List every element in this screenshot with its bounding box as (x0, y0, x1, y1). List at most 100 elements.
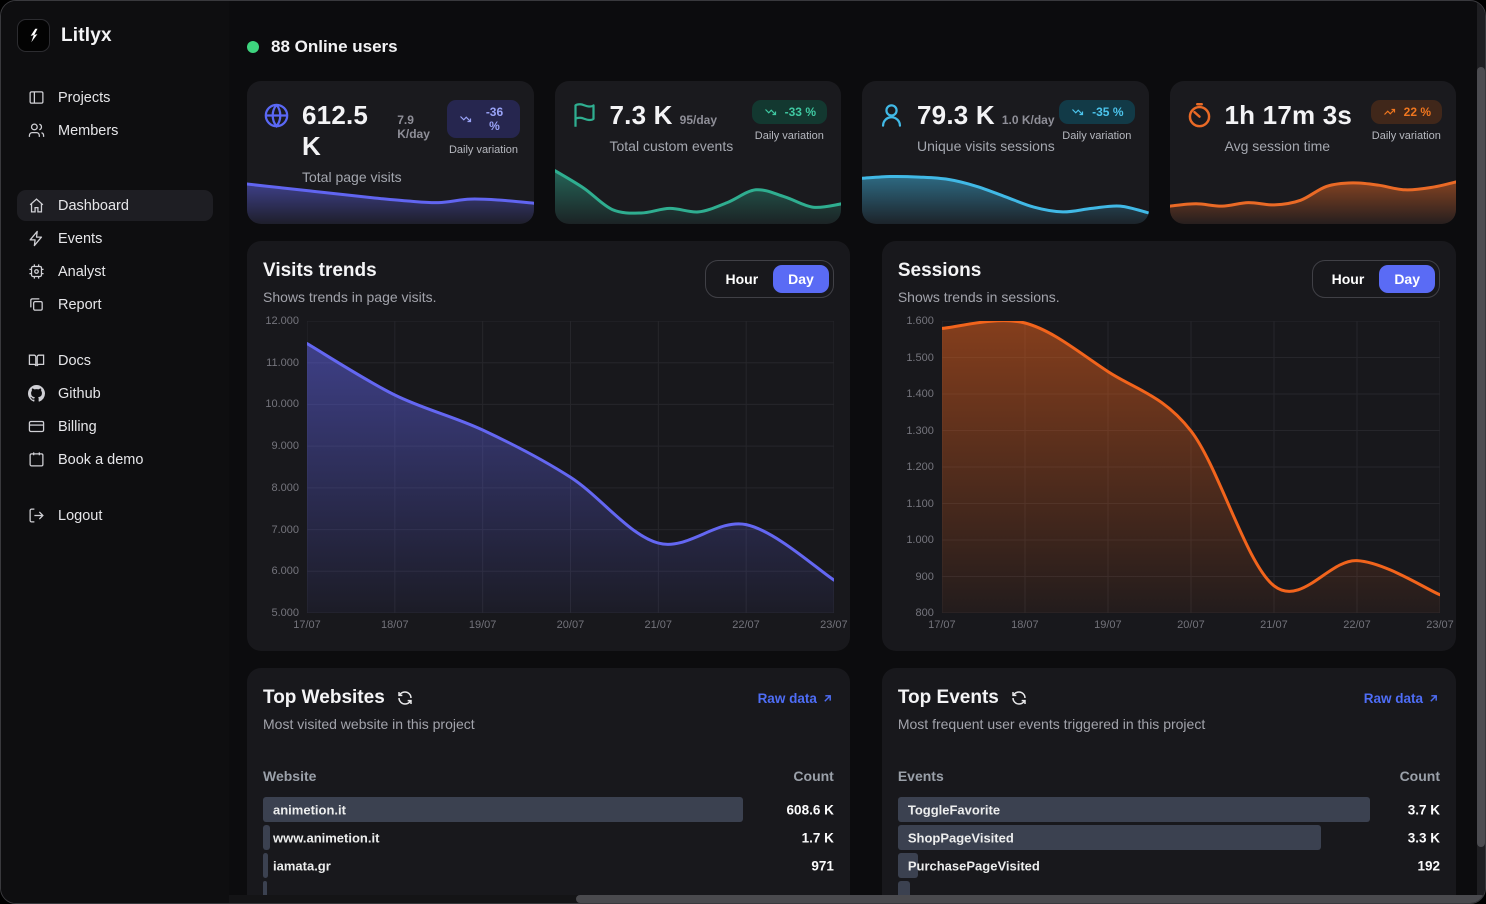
sessions-chart (942, 321, 1440, 613)
sidebar-item-book-a-demo[interactable]: Book a demo (17, 444, 213, 475)
value-bar (263, 825, 270, 850)
sidebar-item-label: Dashboard (58, 198, 129, 214)
chart-subtitle: Shows trends in sessions. (898, 289, 1060, 305)
main-content: 88 Online users 612.5 K 7.9 K/day Total … (229, 1, 1485, 903)
book-icon (28, 352, 45, 369)
daily-variation-badge: -35 % (1059, 100, 1134, 124)
hour-day-toggle: Hour Day (1312, 260, 1440, 298)
stat-card-total-custom-events: 7.3 K 95/day Total custom events -33 % D (555, 81, 842, 224)
calendar-icon (28, 451, 45, 468)
stat-value: 1h 17m 3s (1225, 100, 1353, 131)
sidebar-item-label: Members (58, 123, 118, 139)
y-axis-labels: 12.00011.00010.0009.0008.0007.0006.0005.… (263, 321, 307, 613)
stat-value: 612.5 K (302, 100, 390, 162)
globe-icon (263, 102, 290, 129)
user-icon (878, 102, 905, 129)
top-websites-card: Top Websites Raw data Most visited websi… (247, 668, 850, 904)
mini-area-chart (247, 158, 534, 224)
sidebar: Litlyx Projects Members Dashboard Ev (1, 1, 229, 903)
table-row[interactable]: animetion.it 608.6 K (263, 797, 834, 822)
table-row[interactable]: www.animetion.it 1.7 K (263, 825, 834, 850)
tables-row: Top Websites Raw data Most visited websi… (247, 668, 1456, 904)
github-icon (28, 385, 45, 402)
home-icon (28, 197, 45, 214)
stat-label: Total custom events (610, 138, 734, 154)
refresh-icon[interactable] (1011, 690, 1027, 706)
stat-value: 7.3 K (610, 100, 673, 131)
stat-rate: 1.0 K/day (1002, 113, 1055, 127)
raw-data-link[interactable]: Raw data (758, 691, 834, 706)
value-bar (263, 853, 268, 878)
trending-up-icon (1382, 106, 1397, 118)
app-window: Litlyx Projects Members Dashboard Ev (0, 0, 1486, 904)
hour-day-toggle: Hour Day (705, 260, 833, 298)
horizontal-scrollbar-thumb[interactable] (576, 895, 1485, 903)
arrow-up-right-icon (1427, 692, 1440, 705)
sidebar-item-logout[interactable]: Logout (17, 500, 213, 531)
report-icon (28, 296, 45, 313)
raw-data-link[interactable]: Raw data (1364, 691, 1440, 706)
toggle-hour-button[interactable]: Hour (710, 265, 773, 293)
refresh-icon[interactable] (397, 690, 413, 706)
members-icon (28, 122, 45, 139)
daily-variation-badge: -36 % (447, 100, 519, 138)
flag-icon (571, 102, 598, 129)
brand-name: Litlyx (61, 25, 112, 47)
sidebar-item-label: Github (58, 386, 101, 402)
sidebar-item-members[interactable]: Members (17, 115, 213, 146)
table-row[interactable]: PurchasePageVisited 192 (898, 853, 1440, 878)
sessions-card: Sessions Shows trends in sessions. Hour … (882, 241, 1456, 651)
table-subtitle: Most frequent user events triggered in t… (898, 716, 1440, 732)
sidebar-item-docs[interactable]: Docs (17, 345, 213, 376)
sidebar-item-dashboard[interactable]: Dashboard (17, 190, 213, 221)
badge-caption: Daily variation (752, 130, 827, 142)
x-axis-labels: 17/0718/0719/0720/0721/0722/0723/07 (942, 619, 1440, 641)
table-row[interactable]: ShopPageVisited 3.3 K (898, 825, 1440, 850)
trending-down-icon (458, 113, 473, 125)
stat-rate: 95/day (680, 113, 717, 127)
toggle-hour-button[interactable]: Hour (1317, 265, 1380, 293)
sidebar-item-label: Events (58, 231, 102, 247)
sidebar-item-label: Docs (58, 353, 91, 369)
trending-down-icon (1070, 106, 1085, 118)
stat-card-unique-visits-sessions: 79.3 K 1.0 K/day Unique visits sessions … (862, 81, 1149, 224)
sidebar-item-report[interactable]: Report (17, 289, 213, 320)
chip-icon (28, 263, 45, 280)
sidebar-item-billing[interactable]: Billing (17, 411, 213, 442)
chart-subtitle: Shows trends in page visits. (263, 289, 437, 305)
mini-area-chart (862, 158, 1149, 224)
credit-card-icon (28, 418, 45, 435)
sidebar-item-projects[interactable]: Projects (17, 82, 213, 113)
stat-card-avg-session-time: 1h 17m 3s Avg session time 22 % Daily v (1170, 81, 1457, 224)
stat-value: 79.3 K (917, 100, 995, 131)
visits-trends-chart (307, 321, 834, 613)
vertical-scrollbar-thumb[interactable] (1477, 67, 1485, 847)
event-rows: ToggleFavorite 3.7 K ShopPageVisited 3.3… (898, 797, 1440, 904)
mini-area-chart (1170, 158, 1457, 224)
online-users: 88 Online users (247, 37, 1456, 57)
daily-variation-badge: -33 % (752, 100, 827, 124)
website-rows: animetion.it 608.6 K www.animetion.it 1.… (263, 797, 834, 904)
toggle-day-button[interactable]: Day (773, 265, 829, 293)
stat-card-total-page-visits: 612.5 K 7.9 K/day Total page visits -36 … (247, 81, 534, 224)
sidebar-item-label: Book a demo (58, 452, 143, 468)
logout-icon (28, 507, 45, 524)
bolt-icon (28, 230, 45, 247)
toggle-day-button[interactable]: Day (1379, 265, 1435, 293)
table-row[interactable]: ToggleFavorite 3.7 K (898, 797, 1440, 822)
sidebar-item-github[interactable]: Github (17, 378, 213, 409)
sidebar-item-label: Billing (58, 419, 97, 435)
badge-caption: Daily variation (1059, 130, 1134, 142)
stat-label: Avg session time (1225, 138, 1360, 154)
brand: Litlyx (17, 19, 213, 52)
stat-rate: 7.9 K/day (397, 113, 447, 141)
sidebar-item-analyst[interactable]: Analyst (17, 256, 213, 287)
sidebar-item-events[interactable]: Events (17, 223, 213, 254)
table-subtitle: Most visited website in this project (263, 716, 834, 732)
online-users-label: 88 Online users (271, 37, 398, 57)
top-events-card: Top Events Raw data Most frequent user e… (882, 668, 1456, 904)
column-header-website: Website (263, 768, 316, 784)
daily-variation-badge: 22 % (1371, 100, 1442, 124)
table-row[interactable]: iamata.gr 971 (263, 853, 834, 878)
online-status-dot (247, 41, 259, 53)
